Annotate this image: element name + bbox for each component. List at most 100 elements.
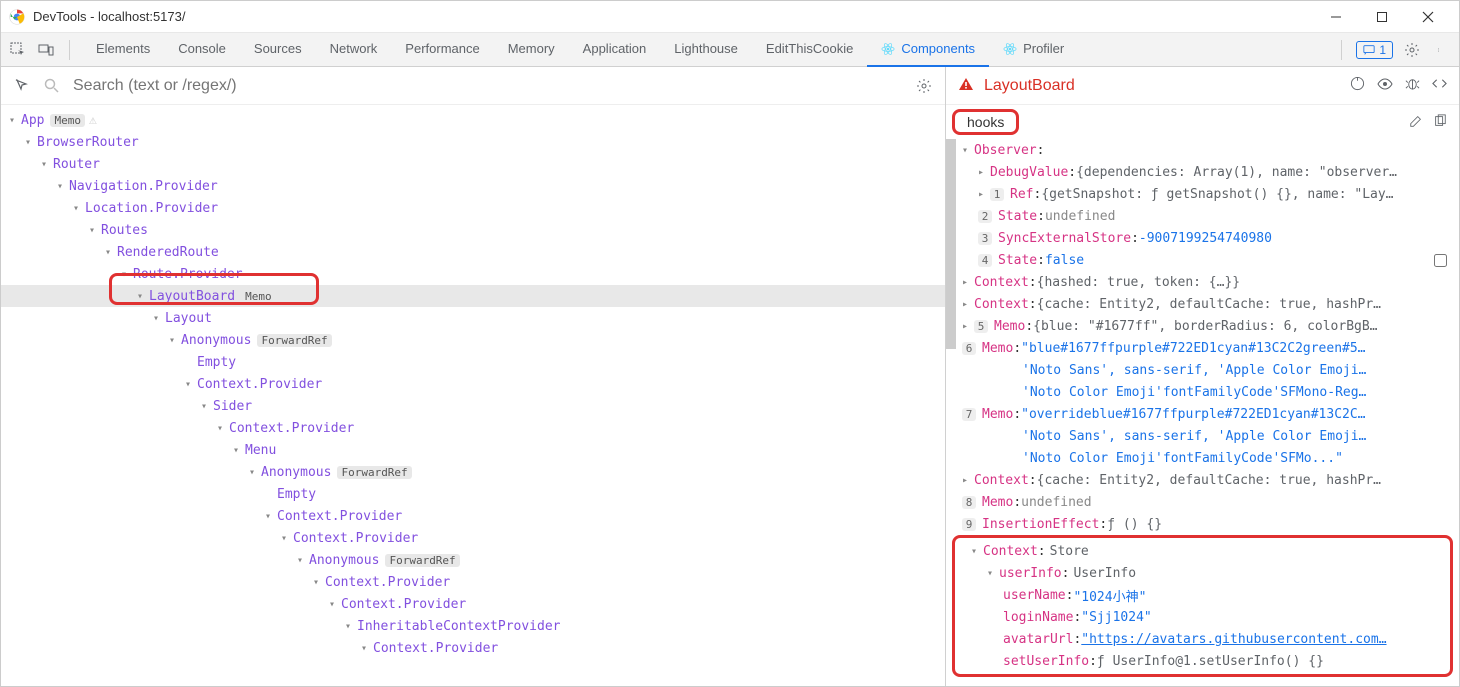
tree-node[interactable]: ▾Routes xyxy=(1,219,945,241)
caret-icon: ▾ xyxy=(201,401,211,412)
tree-node[interactable]: ▾AnonymousForwardRef xyxy=(1,461,945,483)
prop-row[interactable]: 'Noto Color Emoji'fontFamilyCode'SFMono-… xyxy=(946,381,1459,403)
tree-node[interactable]: ▾Layout xyxy=(1,307,945,329)
prop-row[interactable]: 6Memo: "blue#1677ffpurple#722ED1cyan#13C… xyxy=(946,337,1459,359)
suspend-icon[interactable] xyxy=(1350,76,1365,95)
tree-node[interactable]: ▾RenderedRoute xyxy=(1,241,945,263)
prop-row[interactable]: ▾userInfo: UserInfo xyxy=(955,562,1450,584)
messages-badge[interactable]: 1 xyxy=(1356,41,1393,59)
right-panel-header: LayoutBoard xyxy=(946,67,1459,105)
tab-lighthouse[interactable]: Lighthouse xyxy=(660,33,752,67)
tree-node[interactable]: ▾BrowserRouter xyxy=(1,131,945,153)
window-minimize-button[interactable] xyxy=(1313,2,1359,32)
tree-node[interactable]: Empty xyxy=(1,483,945,505)
hook-index: 7 xyxy=(962,408,976,421)
caret-icon: ▾ xyxy=(41,159,51,170)
caret-icon: ▾ xyxy=(9,115,19,126)
prop-row[interactable]: 7Memo: "overrideblue#1677ffpurple#722ED1… xyxy=(946,403,1459,425)
tree-node[interactable]: ▾AnonymousForwardRef xyxy=(1,329,945,351)
tree-node[interactable]: ▾Context.Provider xyxy=(1,571,945,593)
caret-icon: ▾ xyxy=(249,467,259,478)
prop-row[interactable]: ▸5Memo: {blue: "#1677ff", borderRadius: … xyxy=(946,315,1459,337)
prop-value: undefined xyxy=(1021,495,1091,510)
prop-row[interactable]: avatarUrl: "https://avatars.githubuserco… xyxy=(955,628,1450,650)
window-maximize-button[interactable] xyxy=(1359,2,1405,32)
prop-value: 'Noto Sans', sans-serif, 'Apple Color Em… xyxy=(1022,429,1366,444)
tree-node[interactable]: ▾Context.Provider xyxy=(1,637,945,659)
prop-row[interactable]: ▸DebugValue: {dependencies: Array(1), na… xyxy=(946,161,1459,183)
prop-row[interactable]: userName: "1024小神" xyxy=(955,584,1450,606)
tree-node[interactable]: ▾AnonymousForwardRef xyxy=(1,549,945,571)
prop-row[interactable]: ▾Context: Store xyxy=(955,540,1450,562)
tab-application[interactable]: Application xyxy=(569,33,661,67)
prop-row[interactable]: setUserInfo: ƒ UserInfo@1.setUserInfo() … xyxy=(955,650,1450,672)
hooks-label: hooks xyxy=(952,109,1019,135)
tab-label: Profiler xyxy=(1023,41,1064,56)
prop-row[interactable]: ▸Context: {hashed: true, token: {…}} xyxy=(946,271,1459,293)
prop-row[interactable]: ▸Context: {cache: Entity2, defaultCache:… xyxy=(946,293,1459,315)
tree-node[interactable]: ▾Menu xyxy=(1,439,945,461)
prop-row[interactable]: 'Noto Sans', sans-serif, 'Apple Color Em… xyxy=(946,425,1459,447)
tab-memory[interactable]: Memory xyxy=(494,33,569,67)
component-name: Navigation.Provider xyxy=(69,179,218,194)
tree-node[interactable]: ▾Location.Provider xyxy=(1,197,945,219)
tab-profiler[interactable]: Profiler xyxy=(989,33,1078,67)
components-settings-icon[interactable] xyxy=(915,77,933,95)
prop-row[interactable]: 2State: undefined xyxy=(946,205,1459,227)
bug-icon[interactable] xyxy=(1405,76,1420,95)
prop-value: {cache: Entity2, defaultCache: true, has… xyxy=(1037,473,1381,488)
more-menu-icon[interactable] xyxy=(1431,41,1449,59)
tree-node[interactable]: ▾Context.Provider xyxy=(1,373,945,395)
tab-components[interactable]: Components xyxy=(867,33,989,67)
tree-node[interactable]: ▾Context.Provider xyxy=(1,417,945,439)
prop-row[interactable]: 4State: false xyxy=(946,249,1459,271)
tab-network[interactable]: Network xyxy=(316,33,392,67)
device-toolbar-icon[interactable] xyxy=(37,41,55,59)
scrollbar-thumb[interactable] xyxy=(946,139,956,349)
edit-icon[interactable] xyxy=(1409,114,1423,131)
component-name: Context.Provider xyxy=(197,377,322,392)
tree-node[interactable]: ▾Router xyxy=(1,153,945,175)
tree-node[interactable]: ▾Navigation.Provider xyxy=(1,175,945,197)
tree-node[interactable]: ▾Context.Provider xyxy=(1,593,945,615)
prop-row[interactable]: 8Memo: undefined xyxy=(946,491,1459,513)
caret-right-icon: ▸ xyxy=(962,277,972,288)
select-element-icon[interactable] xyxy=(13,77,31,95)
tree-node[interactable]: ▾LayoutBoardMemo xyxy=(1,285,945,307)
tree-node[interactable]: ▾Context.Provider xyxy=(1,527,945,549)
copy-icon[interactable] xyxy=(1433,114,1447,131)
hook-index: 6 xyxy=(962,342,976,355)
prop-key: State xyxy=(998,209,1037,224)
tab-performance[interactable]: Performance xyxy=(391,33,493,67)
tab-editthiscookie[interactable]: EditThisCookie xyxy=(752,33,867,67)
prop-row[interactable]: 9InsertionEffect: ƒ () {} xyxy=(946,513,1459,535)
view-source-icon[interactable] xyxy=(1432,76,1447,95)
boolean-checkbox[interactable] xyxy=(1434,254,1447,267)
prop-row[interactable]: 'Noto Sans', sans-serif, 'Apple Color Em… xyxy=(946,359,1459,381)
prop-row[interactable]: ▾Observer: xyxy=(946,139,1459,161)
hooks-section-header: hooks xyxy=(946,105,1459,139)
prop-value-link[interactable]: "https://avatars.githubusercontent.com… xyxy=(1081,632,1386,647)
search-input[interactable] xyxy=(73,77,903,95)
caret-icon: ▾ xyxy=(25,137,35,148)
eye-icon[interactable] xyxy=(1377,76,1393,95)
component-name: Sider xyxy=(213,399,252,414)
window-close-button[interactable] xyxy=(1405,2,1451,32)
tree-node[interactable]: Empty xyxy=(1,351,945,373)
prop-row[interactable]: ▸Context: {cache: Entity2, defaultCache:… xyxy=(946,469,1459,491)
inspect-element-icon[interactable] xyxy=(9,41,27,59)
prop-row[interactable]: 3SyncExternalStore: -9007199254740980 xyxy=(946,227,1459,249)
tab-elements[interactable]: Elements xyxy=(82,33,164,67)
tree-node[interactable]: ▾Route.Provider xyxy=(1,263,945,285)
prop-row[interactable]: loginName: "Sjj1024" xyxy=(955,606,1450,628)
tree-node[interactable]: ▾AppMemo⚠ xyxy=(1,109,945,131)
prop-row[interactable]: 'Noto Color Emoji'fontFamilyCode'SFMo...… xyxy=(946,447,1459,469)
tab-console[interactable]: Console xyxy=(164,33,240,67)
tab-sources[interactable]: Sources xyxy=(240,33,316,67)
component-name: Route.Provider xyxy=(133,267,243,282)
tree-node[interactable]: ▾Context.Provider xyxy=(1,505,945,527)
prop-row[interactable]: ▸1Ref: {getSnapshot: ƒ getSnapshot() {},… xyxy=(946,183,1459,205)
settings-gear-icon[interactable] xyxy=(1403,41,1421,59)
tree-node[interactable]: ▾InheritableContextProvider xyxy=(1,615,945,637)
tree-node[interactable]: ▾Sider xyxy=(1,395,945,417)
